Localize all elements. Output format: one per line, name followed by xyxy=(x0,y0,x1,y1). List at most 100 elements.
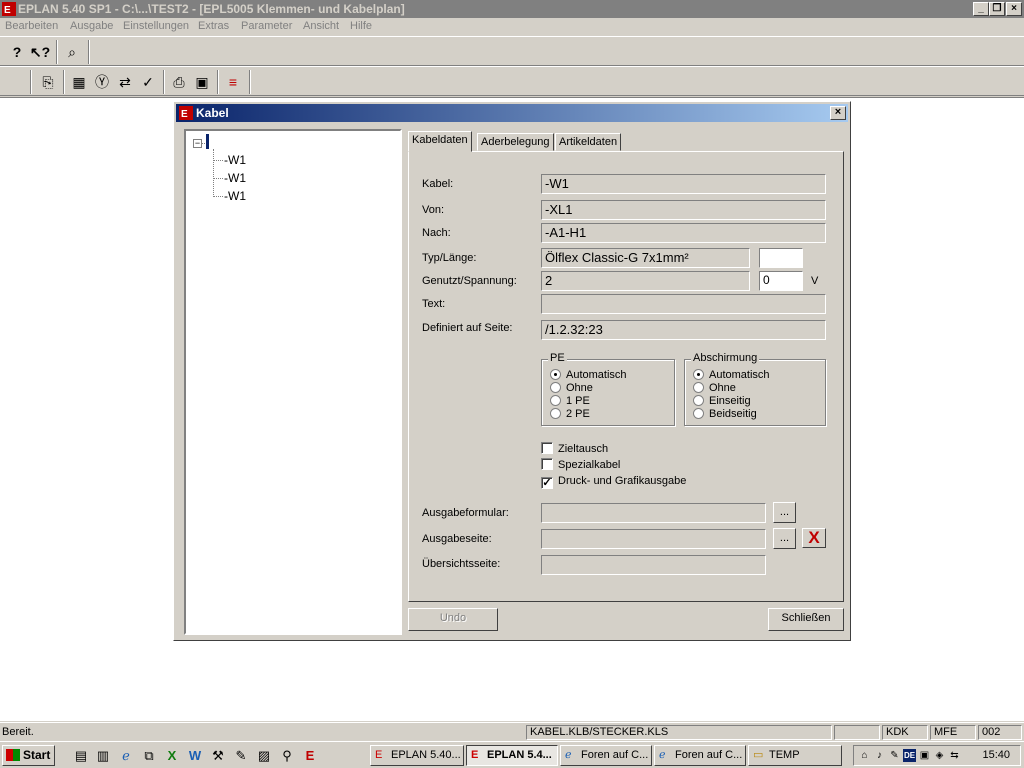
ausgabeformular-field[interactable] xyxy=(541,503,766,523)
security-tray-icon[interactable]: ◈ xyxy=(933,749,946,762)
abschirmung-option-ohne[interactable]: Ohne xyxy=(693,382,736,394)
radio-icon[interactable] xyxy=(550,408,561,419)
delete-icon[interactable]: X xyxy=(802,528,826,548)
pe-option-2pe[interactable]: 2 PE xyxy=(550,408,590,420)
menu-einstellungen[interactable]: Einstellungen xyxy=(123,20,189,32)
druck-grafikausgabe-checkbox[interactable]: ✓ Druck- und Grafikausgabe xyxy=(541,475,686,489)
druck-label: Druck- und Grafikausgabe xyxy=(558,475,687,487)
undo-button[interactable]: Undo xyxy=(408,608,498,631)
monitor-tray-icon[interactable]: ▣ xyxy=(918,749,931,762)
tab-aderbelegung[interactable]: Aderbelegung xyxy=(477,133,554,151)
schliessen-button[interactable]: Schließen xyxy=(768,608,844,631)
tree-item-w1[interactable]: -W1 xyxy=(213,153,246,167)
search-icon[interactable]: ⚲ xyxy=(278,747,296,765)
image-icon[interactable]: ▨ xyxy=(255,747,273,765)
kabel-field[interactable]: -W1 xyxy=(541,174,826,194)
restore-button[interactable]: ❐ xyxy=(989,2,1005,16)
export-icon[interactable]: ⎘ xyxy=(37,72,59,92)
ausgabeseite-field[interactable] xyxy=(541,529,766,549)
toolbar-separator xyxy=(88,40,90,64)
text-field[interactable] xyxy=(541,294,826,314)
radio-icon[interactable] xyxy=(550,382,561,393)
abschirmung-option-beidseitig[interactable]: Beidseitig xyxy=(693,408,757,420)
menu-ausgabe[interactable]: Ausgabe xyxy=(70,20,113,32)
zieltausch-checkbox[interactable]: Zieltausch xyxy=(541,442,608,455)
radio-selected-icon[interactable] xyxy=(693,369,704,380)
list-icon[interactable]: ≡ xyxy=(222,72,244,92)
tree-item-w1[interactable]: -W1 xyxy=(213,171,246,185)
definiert-field[interactable]: /1.2.32:23 xyxy=(541,320,826,340)
pen-tray-icon[interactable]: ✎ xyxy=(888,749,901,762)
pe-option-1pe[interactable]: 1 PE xyxy=(550,395,590,407)
start-button[interactable]: Start xyxy=(2,745,55,766)
pe-option-automatisch[interactable]: Automatisch xyxy=(550,369,627,381)
word-icon[interactable]: W xyxy=(186,747,204,765)
spannung-input[interactable]: 0 xyxy=(759,271,803,291)
network-icon[interactable]: ⧉ xyxy=(140,747,158,765)
status-file: KABEL.KLB/STECKER.KLS xyxy=(526,725,832,740)
cable-tree[interactable]: − -W1 -W1 -W1 xyxy=(184,129,402,635)
schematic-icon[interactable]: ▦ xyxy=(68,72,90,92)
menu-parameter[interactable]: Parameter xyxy=(241,20,292,32)
print-icon[interactable]: ⎙ xyxy=(168,72,190,92)
task-foren-2[interactable]: ℯ Foren auf C... xyxy=(654,745,746,766)
task-eplan-1[interactable]: E EPLAN 5.40... xyxy=(370,745,464,766)
typ-field[interactable]: Ölflex Classic-G 7x1mm² xyxy=(541,248,750,268)
uebersichtsseite-field[interactable] xyxy=(541,555,766,575)
connection-tray-icon[interactable]: ⇆ xyxy=(948,749,961,762)
svg-text:E: E xyxy=(181,109,188,120)
binoculars-icon[interactable]: ⌕ xyxy=(61,42,83,62)
help-icon[interactable]: ? xyxy=(6,42,28,62)
ausgabeformular-browse-button[interactable]: ... xyxy=(773,502,796,523)
excel-icon[interactable]: X xyxy=(163,747,181,765)
definiert-label: Definiert auf Seite: xyxy=(422,322,513,334)
print-preview-icon[interactable]: ▣ xyxy=(191,72,213,92)
check-icon[interactable]: ✓ xyxy=(137,72,159,92)
terminal-icon[interactable]: Ⓨ xyxy=(91,72,113,92)
tree-item-w1[interactable]: -W1 xyxy=(213,189,246,203)
menu-bearbeiten[interactable]: Bearbeiten xyxy=(5,20,58,32)
tab-artikeldaten[interactable]: Artikeldaten xyxy=(555,133,622,151)
abschirmung-option-einseitig[interactable]: Einseitig xyxy=(693,395,751,407)
radio-icon[interactable] xyxy=(693,382,704,393)
radio-selected-icon[interactable] xyxy=(550,369,561,380)
task-foren-1[interactable]: ℯ Foren auf C... xyxy=(560,745,652,766)
pe-option-ohne[interactable]: Ohne xyxy=(550,382,593,394)
internet-explorer-icon[interactable]: ℯ xyxy=(117,747,135,765)
cable-icon[interactable]: ⇄ xyxy=(114,72,136,92)
checkbox-icon[interactable] xyxy=(541,458,553,470)
radio-icon[interactable] xyxy=(693,408,704,419)
tab-kabeldaten[interactable]: Kabeldaten xyxy=(408,131,472,152)
genutzt-field[interactable]: 2 xyxy=(541,271,750,291)
minimize-button[interactable]: _ xyxy=(973,2,989,16)
task-temp[interactable]: ▭ TEMP xyxy=(748,745,842,766)
tools-icon[interactable]: ⚒ xyxy=(209,747,227,765)
radio-icon[interactable] xyxy=(693,395,704,406)
language-indicator[interactable]: DE xyxy=(903,749,916,762)
von-field[interactable]: -XL1 xyxy=(541,200,826,220)
spezialkabel-checkbox[interactable]: Spezialkabel xyxy=(541,458,620,471)
close-window-button[interactable]: × xyxy=(1006,2,1022,16)
show-desktop-icon[interactable]: ▤ xyxy=(72,747,90,765)
radio-icon[interactable] xyxy=(550,395,561,406)
explorer-icon[interactable]: ▥ xyxy=(94,747,112,765)
toolbar-separator xyxy=(63,70,65,94)
checkbox-icon[interactable] xyxy=(541,442,553,454)
laenge-input[interactable] xyxy=(759,248,803,268)
dialog-close-button[interactable]: × xyxy=(830,106,846,120)
network-tray-icon[interactable]: ⌂ xyxy=(858,749,871,762)
menu-hilfe[interactable]: Hilfe xyxy=(350,20,372,32)
abschirmung-option-automatisch[interactable]: Automatisch xyxy=(693,369,770,381)
eplan-logo-icon[interactable]: E xyxy=(301,747,319,765)
speaker-icon[interactable]: ♪ xyxy=(873,749,886,762)
task-eplan-2[interactable]: E EPLAN 5.4... xyxy=(466,745,558,766)
context-help-icon[interactable]: ↖? xyxy=(29,42,51,62)
menu-ansicht[interactable]: Ansicht xyxy=(303,20,339,32)
checkmark-icon[interactable]: ✓ xyxy=(541,477,553,489)
dialog-title: Kabel xyxy=(196,106,229,120)
tree-root-selected[interactable] xyxy=(206,134,209,149)
ausgabeseite-browse-button[interactable]: ... xyxy=(773,528,796,549)
nach-field[interactable]: -A1-H1 xyxy=(541,223,826,243)
paint-icon[interactable]: ✎ xyxy=(232,747,250,765)
menu-extras[interactable]: Extras xyxy=(198,20,229,32)
